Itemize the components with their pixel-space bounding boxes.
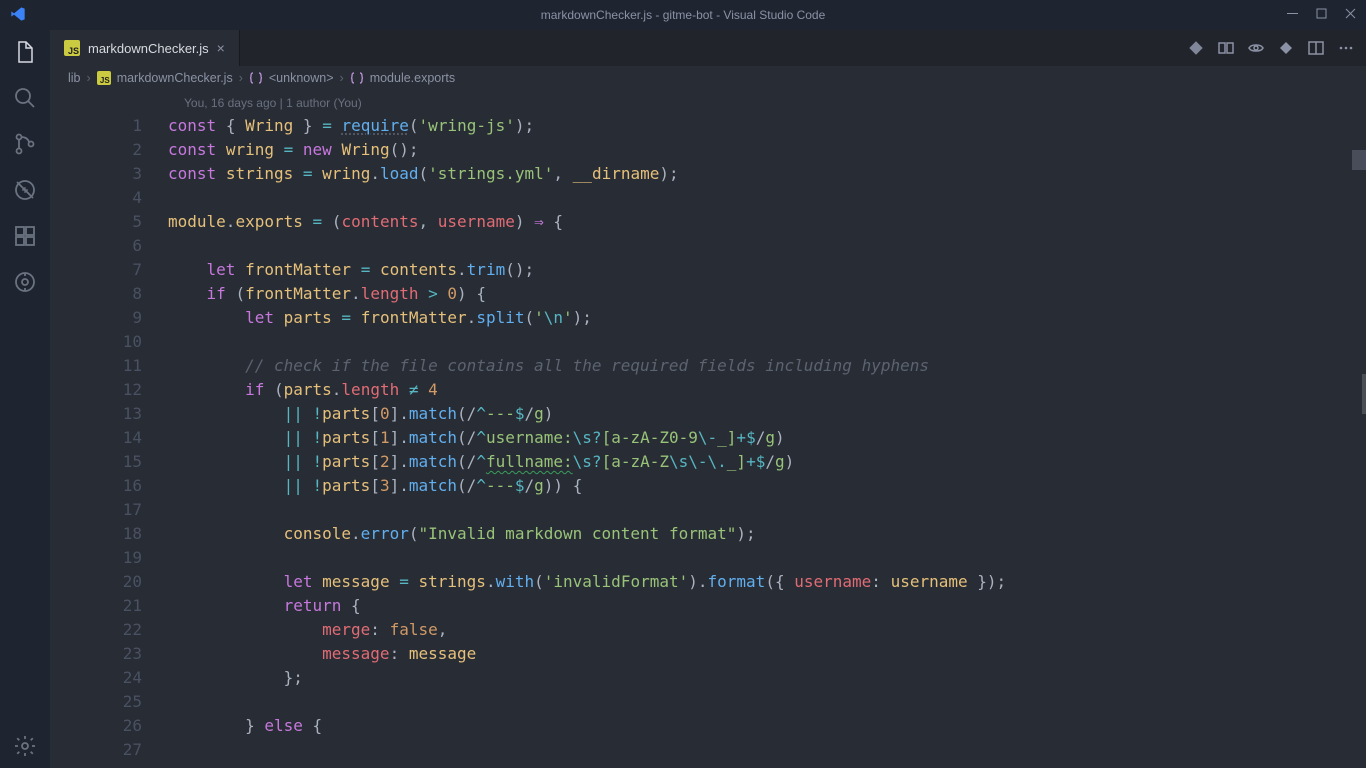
chevron-right-icon: › <box>340 71 344 85</box>
breadcrumb-seg-lib[interactable]: lib <box>68 71 81 85</box>
line-number: 10 <box>50 330 168 354</box>
line-number: 21 <box>50 594 168 618</box>
activity-bar <box>0 30 50 768</box>
breadcrumb-seg-unknown[interactable]: <unknown> <box>269 71 334 85</box>
toolbar-compare-icon[interactable] <box>1218 40 1234 56</box>
line-number: 4 <box>50 186 168 210</box>
line-number: 2 <box>50 138 168 162</box>
toolbar-split-icon[interactable] <box>1308 40 1324 56</box>
editor-area: JS markdownChecker.js × lib › JS markdow… <box>50 30 1366 768</box>
code-editor[interactable]: You, 16 days ago | 1 author (You) 1const… <box>50 90 1366 768</box>
line-number: 19 <box>50 546 168 570</box>
line-number: 26 <box>50 714 168 738</box>
vscode-logo-icon <box>10 6 26 25</box>
line-number: 17 <box>50 498 168 522</box>
line-number: 16 <box>50 474 168 498</box>
tab-close-icon[interactable]: × <box>217 40 225 56</box>
toolbar-diamond-icon[interactable] <box>1188 40 1204 56</box>
line-number: 14 <box>50 426 168 450</box>
toolbar-more-icon[interactable] <box>1338 40 1354 56</box>
extensions-icon[interactable] <box>13 224 37 248</box>
line-number: 27 <box>50 738 168 762</box>
codelens-blame[interactable]: You, 16 days ago | 1 author (You) <box>184 96 362 110</box>
chevron-right-icon: › <box>239 71 243 85</box>
gitlens-icon[interactable] <box>13 270 37 294</box>
js-file-icon: JS <box>64 40 80 56</box>
line-number: 3 <box>50 162 168 186</box>
maximize-button[interactable] <box>1316 8 1327 22</box>
tabs-bar: JS markdownChecker.js × <box>50 30 1366 66</box>
line-number: 12 <box>50 378 168 402</box>
js-file-icon: JS <box>97 71 111 85</box>
minimize-button[interactable] <box>1287 8 1298 22</box>
symbol-object-icon <box>249 71 263 85</box>
line-number: 9 <box>50 306 168 330</box>
settings-gear-icon[interactable] <box>13 734 37 758</box>
source-control-icon[interactable] <box>13 132 37 156</box>
breadcrumb-seg-module-exports[interactable]: module.exports <box>370 71 455 85</box>
close-window-button[interactable] <box>1345 8 1356 22</box>
chevron-right-icon: › <box>87 71 91 85</box>
line-number: 6 <box>50 234 168 258</box>
line-number: 24 <box>50 666 168 690</box>
line-number: 5 <box>50 210 168 234</box>
line-number: 1 <box>50 114 168 138</box>
line-number: 7 <box>50 258 168 282</box>
line-number: 23 <box>50 642 168 666</box>
window-title: markdownChecker.js - gitme-bot - Visual … <box>541 8 826 22</box>
explorer-icon[interactable] <box>13 40 37 64</box>
symbol-object-icon <box>350 71 364 85</box>
tab-markdown-checker[interactable]: JS markdownChecker.js × <box>50 30 240 66</box>
line-number: 8 <box>50 282 168 306</box>
line-number: 15 <box>50 450 168 474</box>
line-number: 18 <box>50 522 168 546</box>
title-bar: markdownChecker.js - gitme-bot - Visual … <box>0 0 1366 30</box>
line-number: 13 <box>50 402 168 426</box>
toolbar-diamond2-icon[interactable] <box>1278 40 1294 56</box>
debug-icon[interactable] <box>13 178 37 202</box>
search-icon[interactable] <box>13 86 37 110</box>
breadcrumb-seg-file[interactable]: markdownChecker.js <box>117 71 233 85</box>
line-number: 25 <box>50 690 168 714</box>
breadcrumb[interactable]: lib › JS markdownChecker.js › <unknown> … <box>50 66 1366 90</box>
toolbar-eye-icon[interactable] <box>1248 40 1264 56</box>
line-number: 20 <box>50 570 168 594</box>
line-number: 22 <box>50 618 168 642</box>
tab-filename: markdownChecker.js <box>88 41 209 56</box>
line-number: 11 <box>50 354 168 378</box>
